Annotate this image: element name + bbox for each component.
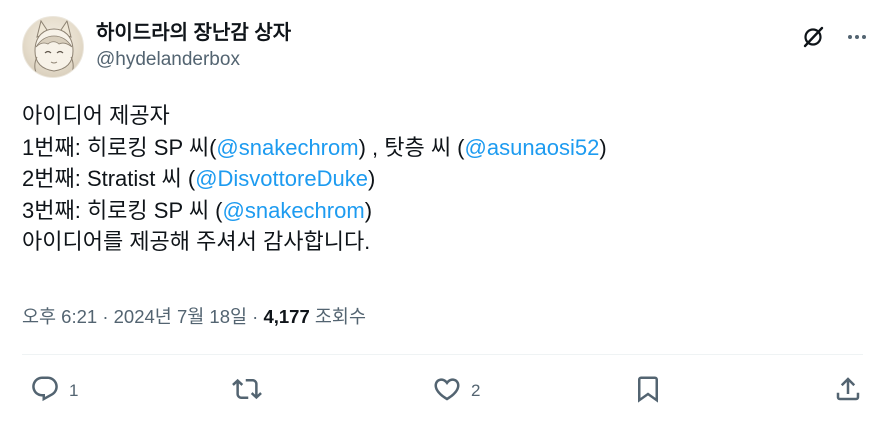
like-count: 2 xyxy=(471,381,481,400)
text-segment: 아이디어 제공자 xyxy=(22,103,170,128)
meta-separator: · xyxy=(97,306,114,327)
meta-separator: · xyxy=(247,306,264,327)
tweet-meta: 오후 6:21 · 2024년 7월 18일 · 4,177 조회수 xyxy=(22,304,366,330)
tweet-header: 하이드라의 장난감 상자 @hydelanderbox xyxy=(22,16,872,80)
author-names: 하이드라의 장난감 상자 @hydelanderbox xyxy=(96,20,291,73)
mention-link[interactable]: @snakechrom xyxy=(223,198,365,223)
text-segment: 2번째: Stratist 씨 ( xyxy=(22,166,196,191)
action-bar: 1 2 xyxy=(0,374,885,408)
avatar[interactable] xyxy=(22,16,84,78)
share-icon xyxy=(833,374,863,409)
tweet-line: 아이디어 제공자 xyxy=(22,100,862,132)
text-segment: ) , 탓층 씨 ( xyxy=(358,134,465,160)
author-display-name[interactable]: 하이드라의 장난감 상자 xyxy=(96,20,291,46)
like-icon xyxy=(432,374,462,409)
text-segment: 아이디어를 제공해 주셔서 감사합니다. xyxy=(22,229,371,254)
tweet-line: 3번째: 히로킹 SP 씨 (@snakechrom) xyxy=(22,195,862,227)
text-segment: ) xyxy=(364,197,373,223)
reply-count: 1 xyxy=(69,381,79,400)
more-icon[interactable] xyxy=(842,22,872,52)
share-button[interactable] xyxy=(833,374,863,408)
tweet-line: 아이디어를 제공해 주셔서 감사합니다. xyxy=(22,226,862,258)
avatar-drawing xyxy=(34,19,74,77)
header-actions xyxy=(798,22,872,52)
tweet-date[interactable]: 2024년 7월 18일 xyxy=(114,306,247,327)
mention-link[interactable]: @asunaosi52 xyxy=(465,135,600,160)
reply-button[interactable]: 1 xyxy=(30,374,78,408)
text-segment: 1번째: 히로킹 SP 씨( xyxy=(22,134,217,160)
tweet-line: 2번째: Stratist 씨 (@DisvottoreDuke) xyxy=(22,163,862,195)
mention-link[interactable]: @DisvottoreDuke xyxy=(195,166,368,191)
reply-icon xyxy=(30,374,60,409)
tweet-time[interactable]: 오후 6:21 xyxy=(22,306,97,327)
views-count: 4,177 xyxy=(263,306,310,327)
tweet-text: 아이디어 제공자 1번째: 히로킹 SP 씨(@snakechrom) , 탓층… xyxy=(22,100,862,258)
text-segment: 3번째: 히로킹 SP 씨 ( xyxy=(22,197,223,223)
text-segment: ) xyxy=(367,166,376,191)
grok-icon[interactable] xyxy=(798,22,828,52)
retweet-button[interactable] xyxy=(232,374,262,408)
like-button[interactable]: 2 xyxy=(432,374,480,408)
tweet-line: 1번째: 히로킹 SP 씨(@snakechrom) , 탓층 씨 (@asun… xyxy=(22,132,862,164)
divider xyxy=(22,354,863,355)
author-handle[interactable]: @hydelanderbox xyxy=(96,47,291,73)
bookmark-button[interactable] xyxy=(633,374,663,408)
bookmark-icon xyxy=(633,374,663,409)
mention-link[interactable]: @snakechrom xyxy=(216,135,358,160)
views-label: 조회수 xyxy=(314,306,366,327)
retweet-icon xyxy=(232,374,262,409)
text-segment: ) xyxy=(599,134,607,160)
